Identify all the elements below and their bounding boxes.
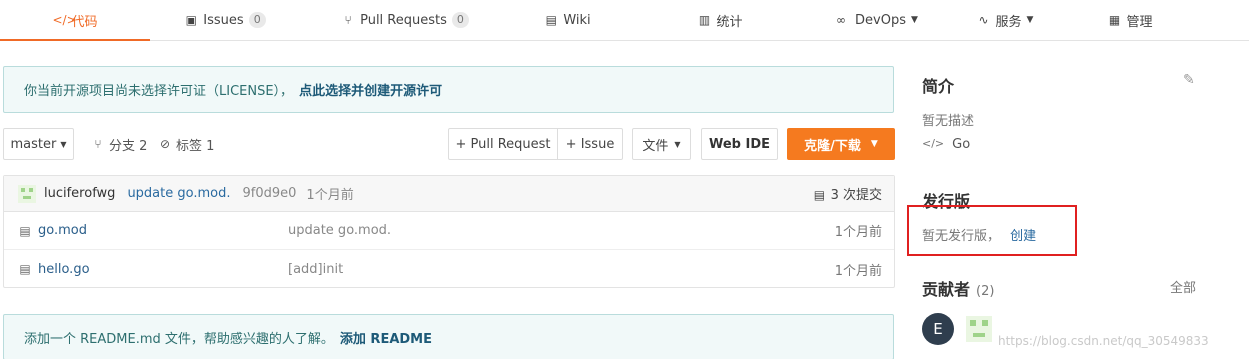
pr-count-badge: 0 <box>451 12 469 28</box>
file-time: 1个月前 <box>834 263 882 279</box>
pull-request-icon: ⑂ <box>344 13 352 27</box>
file-commit-message[interactable]: update go.mod. <box>288 223 391 238</box>
manage-icon: ▦ <box>1108 13 1121 27</box>
create-release-link[interactable]: 创建 <box>1010 229 1036 244</box>
edit-icon[interactable]: ✎ <box>1183 72 1195 88</box>
document-icon: ▤ <box>813 188 826 202</box>
intro-description: 暂无描述 <box>922 114 975 129</box>
clone-download-button[interactable]: 克隆/下载 ▼ <box>787 128 895 160</box>
add-readme-link[interactable]: 添加 README <box>340 328 432 347</box>
contributor-avatar[interactable]: E <box>922 313 954 345</box>
new-issue-button[interactable]: + Issue <box>557 128 623 160</box>
readme-banner: 添加一个 README.md 文件，帮助感兴趣的人了解。 添加 README <box>3 314 894 359</box>
file-icon: ▤ <box>19 223 31 238</box>
create-license-link[interactable]: 点此选择并创建开源许可 <box>299 80 442 99</box>
file-menu-button[interactable]: 文件 ▼ <box>632 128 691 160</box>
issues-icon: ▣ <box>185 13 197 27</box>
caret-down-icon: ▼ <box>674 139 681 149</box>
file-time: 1个月前 <box>834 225 882 240</box>
file-name[interactable]: hello.go <box>38 262 90 277</box>
tag-icon: ⊘ <box>159 137 171 151</box>
commit-count-link[interactable]: ▤ 3 次提交 <box>812 184 882 203</box>
code-icon: </> <box>922 137 945 150</box>
file-row[interactable]: ▤ hello.go [add]init 1个月前 <box>4 250 894 288</box>
tab-issues[interactable]: ▣ Issues 0 <box>150 0 300 40</box>
caret-down-icon: ▼ <box>60 139 67 149</box>
license-banner-text: 你当前开源项目尚未选择许可证（LICENSE）， <box>24 84 294 99</box>
tab-wiki[interactable]: ▤ Wiki <box>510 0 625 40</box>
commit-author[interactable]: luciferofwg <box>44 186 115 201</box>
caret-down-icon: ▼ <box>911 15 918 25</box>
intro-title: 简介 <box>922 77 955 96</box>
code-icon: </> <box>52 13 77 27</box>
tab-pull-requests[interactable]: ⑂ Pull Requests 0 <box>300 0 510 40</box>
wiki-icon: ▤ <box>545 13 557 27</box>
watermark: https://blog.csdn.net/qq_30549833 <box>998 334 1209 348</box>
commit-time: 1个月前 <box>306 188 354 203</box>
caret-down-icon: ▼ <box>870 139 878 149</box>
file-commit-message[interactable]: [add]init <box>288 262 343 277</box>
commit-hash[interactable]: 9f0d9e0 <box>243 186 297 201</box>
releases-info: 暂无发行版， 创建 <box>922 229 1037 244</box>
latest-commit-bar: luciferofwg update go.mod. 9f0d9e0 1个月前 … <box>4 176 894 212</box>
file-list: luciferofwg update go.mod. 9f0d9e0 1个月前 … <box>3 175 895 288</box>
contributors-count: (2) <box>976 284 995 299</box>
language-tag[interactable]: </> Go <box>922 137 970 152</box>
chart-icon: ▥ <box>698 13 711 27</box>
infinity-icon: ∞ <box>836 13 847 27</box>
commit-message[interactable]: update go.mod. <box>127 186 230 201</box>
contributors-header: 贡献者 (2) <box>922 280 995 299</box>
issues-count-badge: 0 <box>248 12 266 28</box>
tab-code[interactable]: </> 代码 <box>0 0 150 41</box>
caret-down-icon: ▼ <box>1026 15 1034 25</box>
repo-toolbar: master ▼ ⑂ 分支 2 ⊘ 标签 1 + Pull Request + … <box>3 128 895 160</box>
tab-devops[interactable]: ∞ DevOps ▼ <box>815 0 935 40</box>
branches-link[interactable]: ⑂ 分支 2 <box>91 128 147 160</box>
readme-banner-text: 添加一个 README.md 文件，帮助感兴趣的人了解。 <box>24 331 334 347</box>
web-ide-button[interactable]: Web IDE <box>701 128 778 160</box>
author-avatar <box>18 184 36 203</box>
branch-icon: ⑂ <box>94 137 102 151</box>
new-pull-request-button[interactable]: + Pull Request <box>448 128 558 160</box>
tab-stats[interactable]: ▥ 统计 <box>625 0 815 40</box>
contributor-avatar[interactable] <box>966 316 992 342</box>
all-contributors-link[interactable]: 全部 <box>1170 277 1196 296</box>
license-banner: 你当前开源项目尚未选择许可证（LICENSE）， 点此选择并创建开源许可 <box>3 66 894 113</box>
branch-select[interactable]: master ▼ <box>3 128 74 160</box>
contributors-list: E <box>922 313 992 345</box>
file-name[interactable]: go.mod <box>38 223 87 238</box>
tab-services[interactable]: ∿ 服务 ▼ <box>935 0 1075 40</box>
tags-link[interactable]: ⊘ 标签 1 <box>158 128 214 160</box>
repo-nav: </> 代码 ▣ Issues 0 ⑂ Pull Requests 0 ▤ Wi… <box>0 0 1249 41</box>
pulse-icon: ∿ <box>978 13 989 27</box>
tab-manage[interactable]: ▦ 管理 <box>1075 0 1185 40</box>
file-row[interactable]: ▤ go.mod update go.mod. 1个月前 <box>4 212 894 250</box>
file-icon: ▤ <box>19 262 31 276</box>
